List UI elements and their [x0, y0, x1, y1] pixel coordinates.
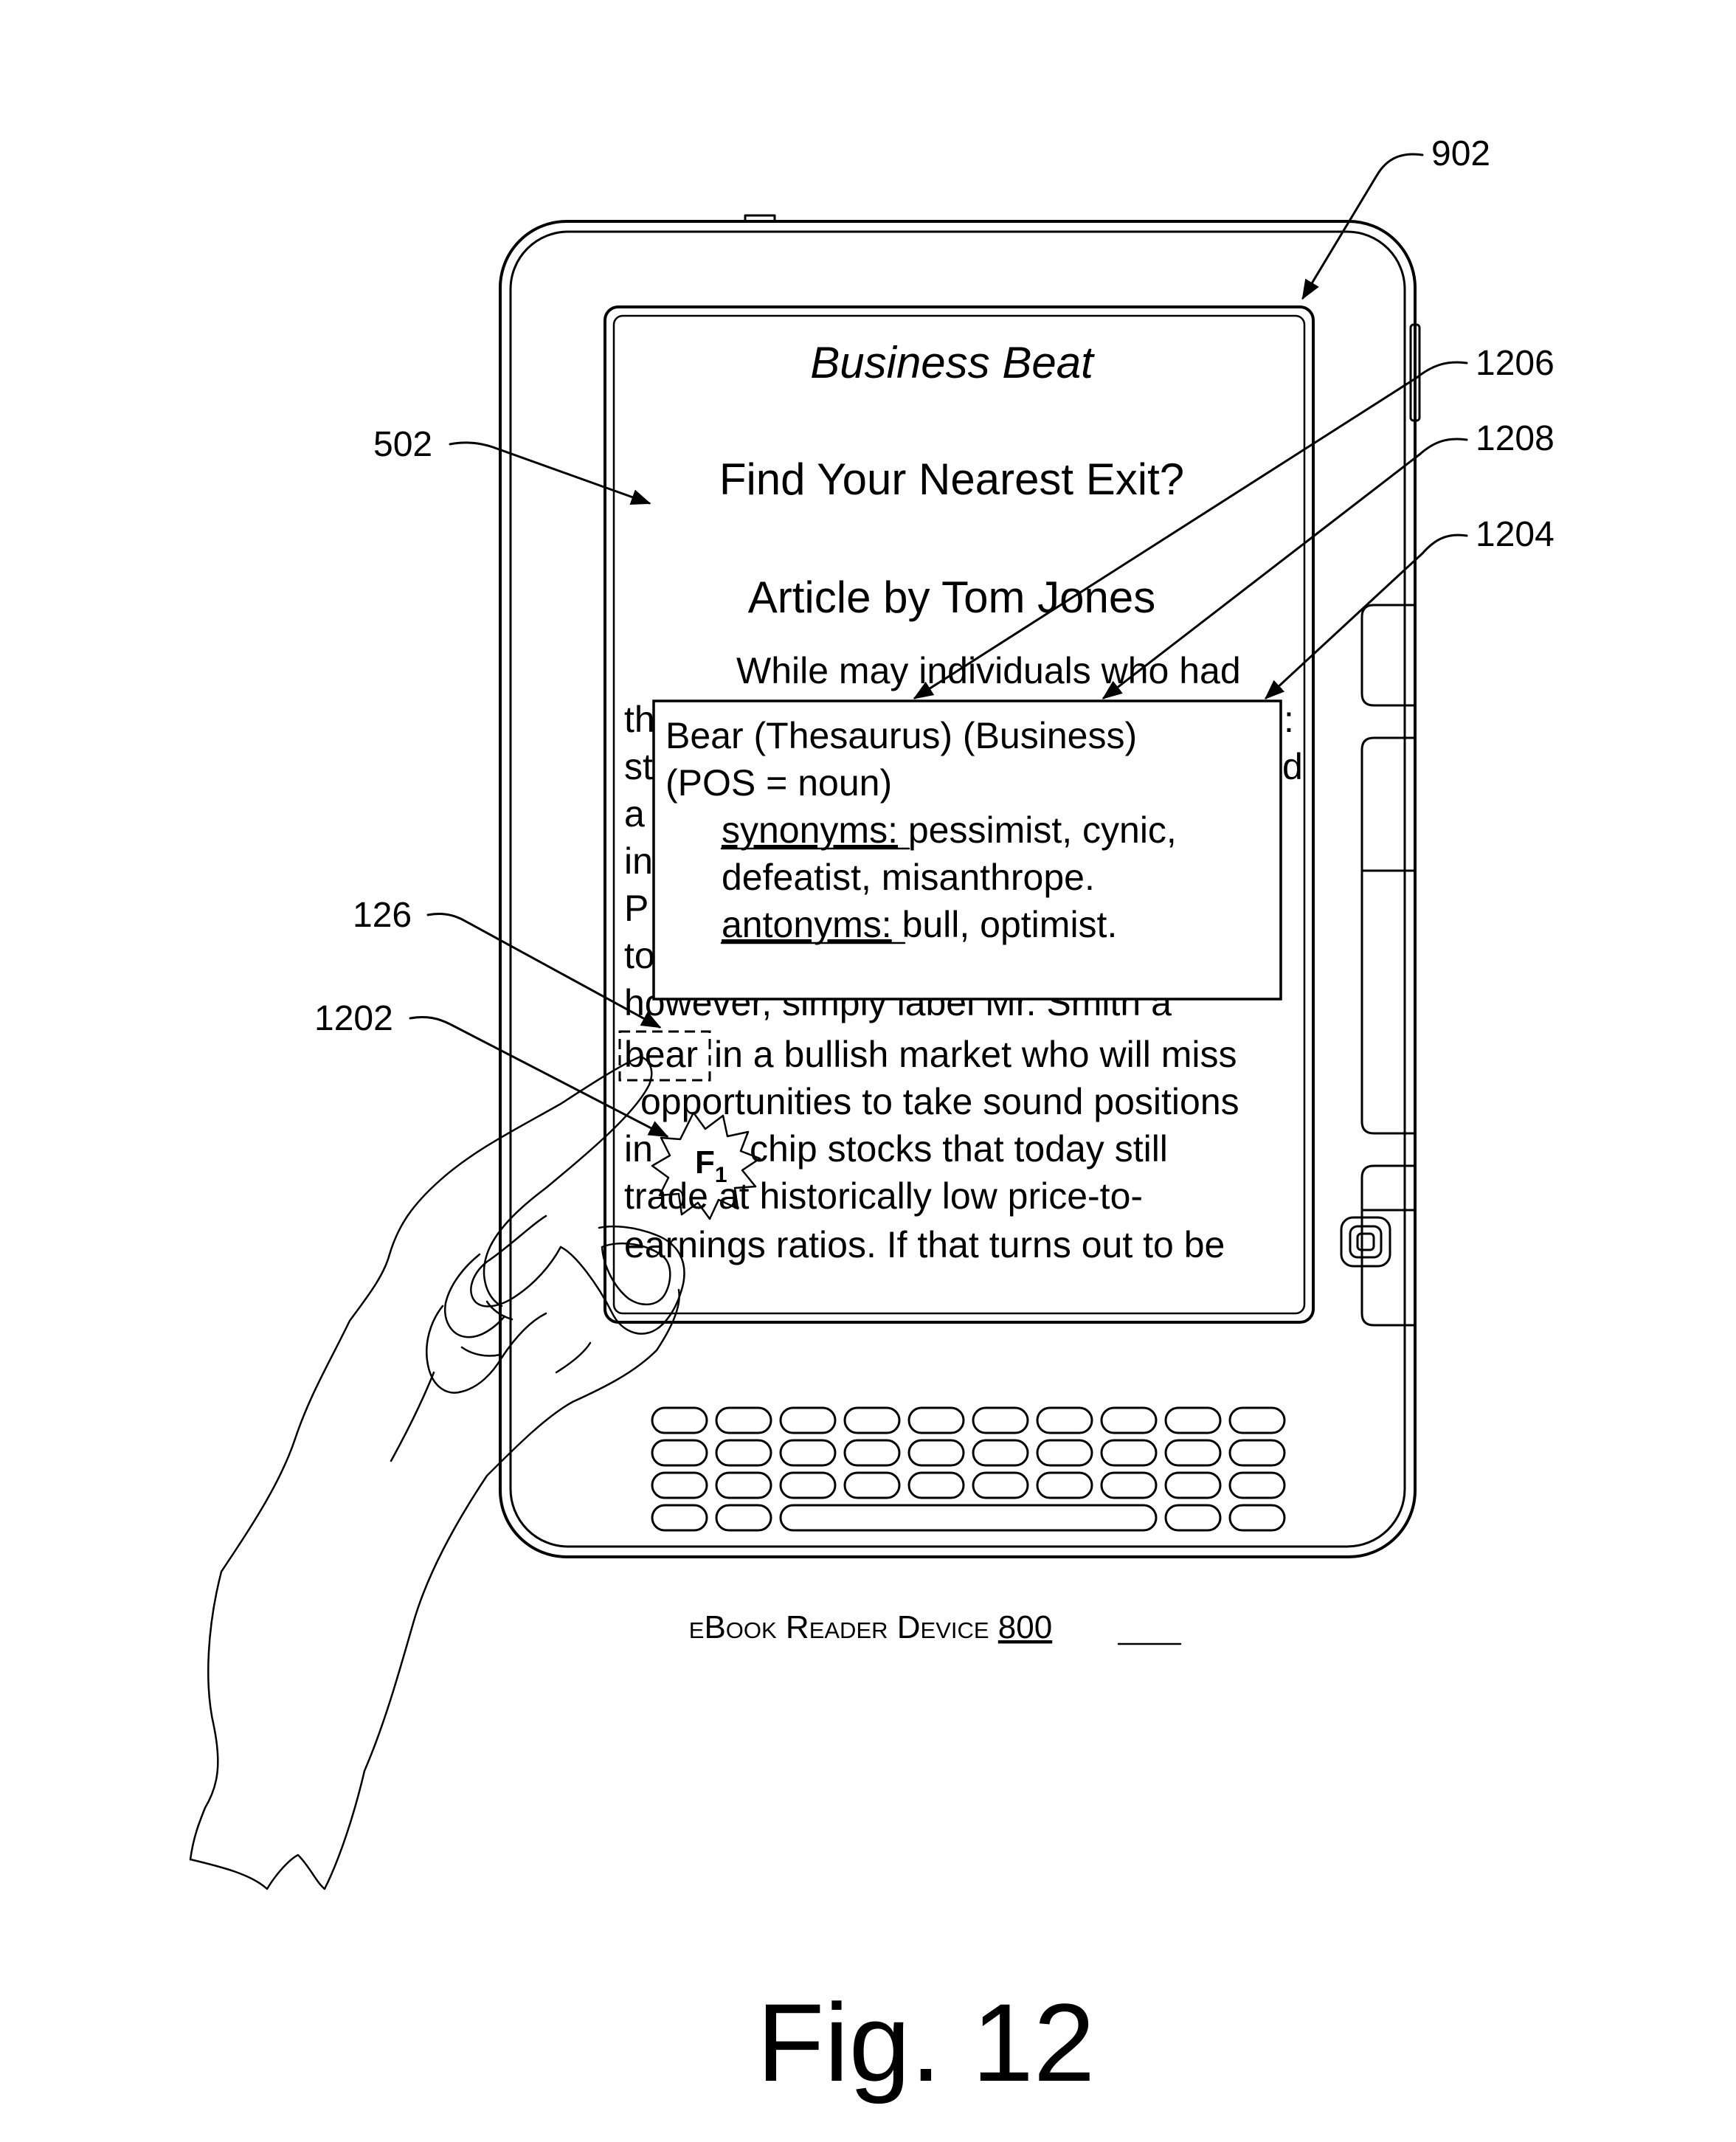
keyboard-key[interactable]	[845, 1473, 899, 1498]
synonyms-label: synonyms:	[722, 809, 898, 851]
side-button-next[interactable]	[1362, 738, 1415, 1133]
keyboard-key[interactable]	[652, 1408, 707, 1433]
ref-902: 902	[1431, 134, 1490, 173]
body-line: th	[624, 699, 655, 740]
device-caption: eBook Reader Device 800	[689, 1609, 1052, 1645]
keyboard-key[interactable]	[909, 1408, 964, 1433]
antonyms-label: antonyms:	[722, 904, 892, 945]
body-line: P	[624, 888, 649, 929]
keyboard-key[interactable]	[652, 1473, 707, 1498]
body-line: opportunities to take sound positions	[640, 1081, 1239, 1122]
keyboard-key[interactable]	[1102, 1408, 1156, 1433]
body-line: :	[1284, 699, 1294, 740]
keyboard-key[interactable]	[1166, 1505, 1220, 1530]
body-line: in	[624, 1128, 653, 1170]
keyboard-key[interactable]	[1037, 1440, 1092, 1465]
publication-header: Business Beat	[810, 338, 1095, 387]
leader-902	[1303, 154, 1422, 298]
body-line: in	[624, 840, 653, 882]
body-line: in a bullish market who will miss	[714, 1034, 1237, 1075]
keyboard-key[interactable]	[781, 1440, 835, 1465]
keyboard-key[interactable]	[716, 1505, 771, 1530]
ref-1206: 1206	[1476, 344, 1555, 383]
patent-figure: Business Beat Find Your Nearest Exit? Ar…	[0, 0, 1736, 2142]
palm-crease	[391, 1372, 434, 1461]
selected-word[interactable]: bear	[624, 1034, 698, 1075]
keyboard-key[interactable]	[716, 1408, 771, 1433]
article-byline: Article by Tom Jones	[748, 573, 1155, 622]
keyboard-key[interactable]	[845, 1440, 899, 1465]
ref-1204: 1204	[1476, 515, 1555, 554]
synonyms-values: pessimist, cynic,	[898, 809, 1177, 851]
leader-502	[450, 443, 649, 503]
keyboard-key[interactable]	[652, 1505, 707, 1530]
body-line: d	[1282, 746, 1303, 787]
keyboard-key[interactable]	[973, 1440, 1028, 1465]
keyboard-key[interactable]	[781, 1473, 835, 1498]
keyboard-key[interactable]	[1230, 1440, 1284, 1465]
user-hand	[190, 1057, 685, 1889]
keyboard-key[interactable]	[973, 1473, 1028, 1498]
popup-antonyms-line: antonyms: bull, optimist.	[722, 904, 1117, 945]
popup-synonyms-cont: defeatist, misanthrope.	[722, 857, 1095, 898]
keyboard-key[interactable]	[1037, 1473, 1092, 1498]
keyboard-key[interactable]	[716, 1440, 771, 1465]
keyboard-key[interactable]	[1166, 1408, 1220, 1433]
body-line: st	[624, 746, 653, 787]
thesaurus-popup[interactable]: Bear (Thesaurus) (Business) (POS = noun)…	[654, 701, 1281, 999]
keyboard-key[interactable]	[909, 1440, 964, 1465]
leader-1206	[915, 362, 1467, 698]
popup-synonyms-line: synonyms: pessimist, cynic,	[722, 809, 1177, 851]
five-way-controller-icon[interactable]	[1341, 1217, 1390, 1266]
body-line: a	[624, 793, 645, 835]
ref-126: 126	[353, 896, 412, 935]
device-number: 800	[998, 1609, 1052, 1645]
knuckle-lines	[462, 1302, 590, 1372]
body-line: to	[624, 935, 655, 976]
ref-1208: 1208	[1476, 419, 1555, 458]
keyboard-key[interactable]	[1102, 1473, 1156, 1498]
body-line: earnings ratios. If that turns out to be	[624, 1224, 1225, 1265]
ring-finger	[445, 1254, 505, 1337]
little-finger	[426, 1306, 546, 1393]
article-title: Find Your Nearest Exit?	[719, 455, 1184, 504]
side-button-bottom[interactable]	[1362, 1166, 1415, 1325]
space-bar[interactable]	[781, 1505, 1156, 1530]
keyboard-key[interactable]	[1230, 1408, 1284, 1433]
keyboard-key[interactable]	[1230, 1505, 1284, 1530]
keyboard-key[interactable]	[973, 1408, 1028, 1433]
keyboard-key[interactable]	[1166, 1473, 1220, 1498]
side-button-top[interactable]	[1362, 605, 1415, 705]
ref-1202: 1202	[314, 999, 393, 1038]
keyboard[interactable]	[652, 1408, 1284, 1530]
keyboard-key[interactable]	[1230, 1473, 1284, 1498]
keyboard-key[interactable]	[1037, 1408, 1092, 1433]
antonyms-values: bull, optimist.	[892, 904, 1118, 945]
keyboard-key[interactable]	[845, 1408, 899, 1433]
figure-label: Fig. 12	[757, 1980, 1096, 2104]
popup-title: Bear (Thesaurus) (Business)	[665, 715, 1137, 756]
keyboard-key[interactable]	[1166, 1440, 1220, 1465]
keyboard-key[interactable]	[716, 1473, 771, 1498]
body-line: chip stocks that today still	[750, 1128, 1168, 1170]
keyboard-key[interactable]	[781, 1408, 835, 1433]
popup-pos: (POS = noun)	[665, 762, 892, 804]
ref-502: 502	[373, 425, 432, 464]
body-line: While may individuals who had	[736, 650, 1241, 691]
leader-1204	[1266, 535, 1467, 698]
keyboard-key[interactable]	[652, 1440, 707, 1465]
body-line: trade at historically low price-to-	[624, 1175, 1143, 1217]
keyboard-key[interactable]	[909, 1473, 964, 1498]
keyboard-key[interactable]	[1102, 1440, 1156, 1465]
